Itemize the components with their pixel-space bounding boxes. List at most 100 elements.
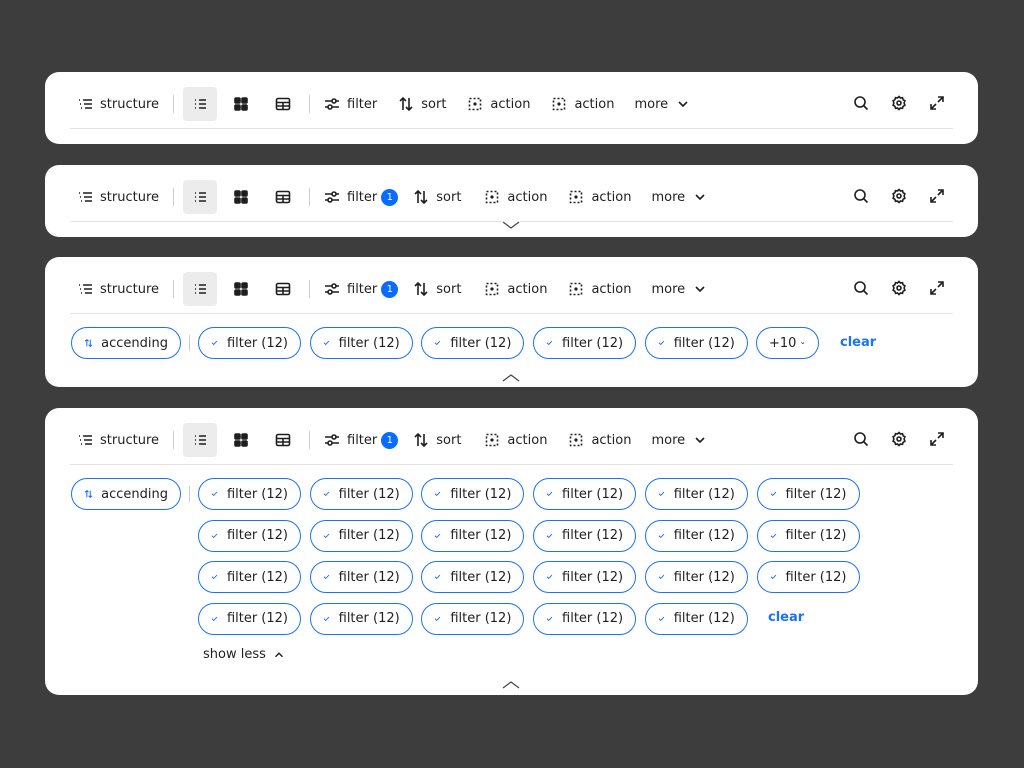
- sort-icon: [84, 489, 93, 499]
- filter-chip[interactable]: filter (12): [644, 561, 748, 593]
- sort-chip[interactable]: accending: [71, 327, 181, 359]
- sort-button[interactable]: sort: [412, 272, 461, 306]
- filter-chip[interactable]: filter (12): [644, 327, 748, 359]
- search-icon: [852, 94, 870, 112]
- table-view-button[interactable]: [266, 87, 300, 121]
- settings-button[interactable]: [890, 279, 908, 300]
- more-menu[interactable]: more: [651, 272, 709, 306]
- grid-view-button[interactable]: [224, 180, 258, 214]
- search-button[interactable]: [852, 94, 870, 115]
- list-icon: [191, 95, 209, 113]
- clear-filters-link[interactable]: clear: [768, 610, 804, 625]
- filter-chip[interactable]: filter (12): [644, 519, 748, 552]
- filter-chip[interactable]: filter (12): [533, 561, 637, 593]
- check-icon: [658, 574, 665, 580]
- expand-button[interactable]: [928, 430, 946, 451]
- toolbar: structure filter 1 sort action action mor…: [70, 423, 953, 457]
- filter-chip[interactable]: filter (12): [756, 478, 860, 510]
- collapse-toggle[interactable]: [502, 675, 520, 689]
- filter-chip[interactable]: filter (12): [756, 519, 860, 552]
- table-view-button[interactable]: [266, 423, 300, 457]
- action-button[interactable]: action: [567, 423, 631, 457]
- sort-button[interactable]: sort: [412, 423, 461, 457]
- structure-button[interactable]: structure: [76, 423, 159, 457]
- sort-button[interactable]: sort: [412, 180, 461, 214]
- clear-filters-link[interactable]: clear: [840, 335, 876, 350]
- grid-view-button[interactable]: [224, 87, 258, 121]
- settings-button[interactable]: [890, 94, 908, 115]
- filter-chip[interactable]: filter (12): [198, 519, 301, 552]
- filter-button[interactable]: filter 1: [323, 272, 399, 306]
- filter-chip[interactable]: filter (12): [756, 561, 860, 593]
- filter-chip[interactable]: filter (12): [309, 561, 413, 593]
- table-view-button[interactable]: [266, 272, 300, 306]
- divider: [309, 431, 310, 449]
- table-view-button[interactable]: [266, 180, 300, 214]
- action-button[interactable]: action: [567, 180, 631, 214]
- filter-chip[interactable]: filter (12): [421, 602, 525, 635]
- divider: [309, 95, 310, 113]
- check-icon: [546, 616, 553, 621]
- structure-icon: [76, 95, 94, 113]
- expand-button[interactable]: [928, 279, 946, 300]
- grid-view-button[interactable]: [224, 272, 258, 306]
- settings-button[interactable]: [890, 187, 908, 208]
- action-button[interactable]: action: [550, 87, 614, 121]
- more-menu[interactable]: more: [651, 423, 709, 457]
- structure-button[interactable]: structure: [76, 87, 159, 121]
- search-button[interactable]: [852, 279, 870, 300]
- filter-chip[interactable]: filter (12): [309, 327, 413, 359]
- sort-chip[interactable]: accending: [71, 478, 181, 510]
- list-view-button[interactable]: [183, 180, 217, 214]
- filter-chip[interactable]: filter (12): [198, 327, 301, 359]
- filter-button[interactable]: filter: [323, 87, 377, 121]
- filter-chip[interactable]: filter (12): [533, 478, 637, 510]
- expand-toggle[interactable]: [502, 215, 520, 229]
- sort-button[interactable]: sort: [397, 87, 446, 121]
- action-button[interactable]: action: [483, 272, 547, 306]
- action-button[interactable]: action: [483, 423, 547, 457]
- expand-icon: [928, 94, 946, 112]
- filter-chip[interactable]: filter (12): [644, 478, 748, 510]
- more-menu[interactable]: more: [634, 87, 692, 121]
- filter-chip[interactable]: filter (12): [198, 478, 301, 510]
- list-view-button[interactable]: [183, 423, 217, 457]
- filter-button[interactable]: filter 1: [323, 423, 399, 457]
- action-button[interactable]: action: [466, 87, 530, 121]
- action-button[interactable]: action: [567, 272, 631, 306]
- filter-chip[interactable]: filter (12): [533, 602, 637, 635]
- filter-chip[interactable]: filter (12): [198, 561, 301, 593]
- filter-chip[interactable]: filter (12): [309, 602, 413, 635]
- collapse-toggle[interactable]: [502, 368, 520, 382]
- structure-icon: [76, 280, 94, 298]
- action-button[interactable]: action: [483, 180, 547, 214]
- action-icon: [550, 95, 568, 113]
- show-less-button[interactable]: show less: [203, 647, 286, 662]
- filter-chip[interactable]: filter (12): [421, 561, 525, 593]
- filter-chip[interactable]: filter (12): [421, 327, 525, 359]
- chevron-up-icon: [502, 374, 520, 382]
- more-filters-chip[interactable]: +10: [756, 327, 819, 359]
- filter-button[interactable]: filter 1: [323, 180, 399, 214]
- search-button[interactable]: [852, 430, 870, 451]
- expand-button[interactable]: [928, 94, 946, 115]
- filter-chip[interactable]: filter (12): [421, 519, 525, 552]
- more-menu[interactable]: more: [651, 180, 709, 214]
- list-view-button[interactable]: [183, 87, 217, 121]
- filter-chip[interactable]: filter (12): [421, 478, 525, 510]
- filter-chip[interactable]: filter (12): [309, 478, 413, 510]
- search-button[interactable]: [852, 187, 870, 208]
- settings-button[interactable]: [890, 430, 908, 451]
- check-icon: [546, 491, 553, 497]
- filter-chip[interactable]: filter (12): [198, 602, 301, 635]
- filter-chip[interactable]: filter (12): [533, 327, 637, 359]
- expand-button[interactable]: [928, 187, 946, 208]
- list-view-button[interactable]: [183, 272, 217, 306]
- grid-view-button[interactable]: [224, 423, 258, 457]
- action-icon: [483, 431, 501, 449]
- structure-button[interactable]: structure: [76, 180, 159, 214]
- structure-button[interactable]: structure: [76, 272, 159, 306]
- filter-chip[interactable]: filter (12): [644, 602, 748, 635]
- filter-chip[interactable]: filter (12): [309, 519, 413, 552]
- filter-chip[interactable]: filter (12): [533, 519, 637, 552]
